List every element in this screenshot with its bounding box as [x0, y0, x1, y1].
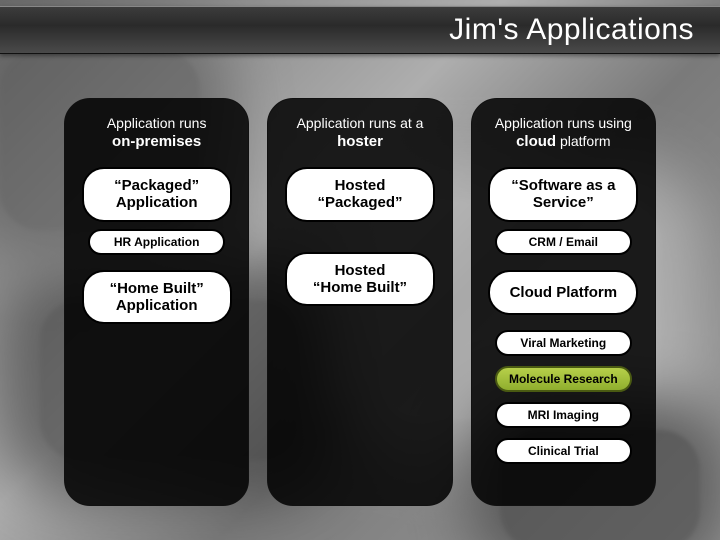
card-line1: “Software as a: [511, 177, 615, 194]
chip-crm-email: CRM / Email: [495, 229, 632, 255]
column-hoster: Application runs at a hoster Hosted “Pac…: [267, 98, 452, 506]
card-line1: Hosted: [335, 262, 386, 279]
card-hosted-home-built: Hosted “Home Built”: [285, 252, 435, 307]
card-line2: “Packaged”: [293, 194, 427, 211]
header-line2: hoster: [337, 133, 383, 150]
card-line1: “Home Built”: [110, 280, 204, 297]
column-on-premises: Application runs on-premises “Packaged” …: [64, 98, 249, 506]
header-line1: Application runs using: [495, 115, 632, 131]
card-hosted-packaged: Hosted “Packaged”: [285, 167, 435, 222]
slide-title: Jim's Applications: [449, 13, 694, 47]
card-home-built: “Home Built” Application: [82, 270, 232, 325]
column-cloud: Application runs using cloud platform “S…: [471, 98, 656, 506]
columns: Application runs on-premises “Packaged” …: [64, 98, 656, 506]
card-line2: Application: [90, 194, 224, 211]
column-header: Application runs using cloud platform: [491, 111, 636, 165]
header-line2a: cloud: [516, 133, 556, 150]
header-line2: on-premises: [112, 133, 201, 150]
card-packaged: “Packaged” Application: [82, 167, 232, 222]
chip-hr: HR Application: [88, 229, 225, 255]
column-header: Application runs on-premises: [103, 111, 211, 165]
header-line2b: platform: [556, 133, 610, 149]
card-saas: “Software as a Service”: [488, 167, 638, 222]
title-bar: Jim's Applications: [0, 6, 720, 54]
card-cloud-platform: Cloud Platform: [488, 270, 638, 315]
chip-mri-imaging: MRI Imaging: [495, 402, 632, 428]
chip-clinical-trial: Clinical Trial: [495, 438, 632, 464]
card-line1: “Packaged”: [114, 177, 199, 194]
card-line2: Application: [90, 297, 224, 314]
header-line1: Application runs: [107, 115, 207, 131]
card-line1: Cloud Platform: [510, 284, 618, 301]
column-header: Application runs at a hoster: [293, 111, 428, 165]
card-line1: Hosted: [335, 177, 386, 194]
card-line2: Service”: [496, 194, 630, 211]
chip-viral-marketing: Viral Marketing: [495, 330, 632, 356]
card-line2: “Home Built”: [293, 279, 427, 296]
slide: Jim's Applications Application runs on-p…: [0, 0, 720, 540]
header-line1: Application runs at a: [297, 115, 424, 131]
chip-molecule-research: Molecule Research: [495, 366, 632, 392]
